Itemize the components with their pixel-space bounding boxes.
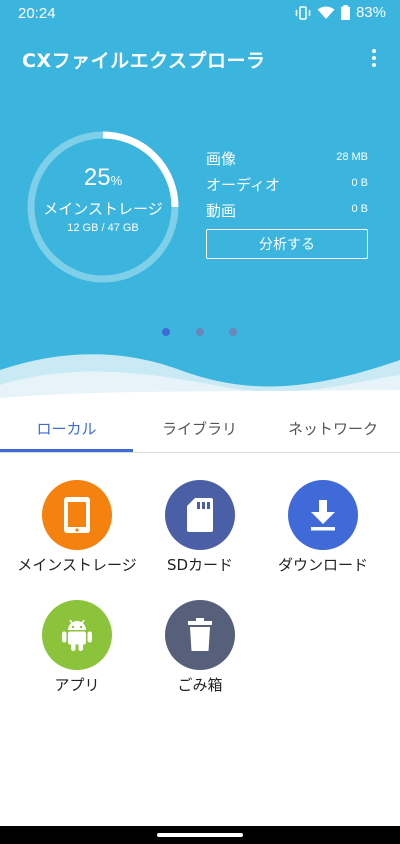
page-dot[interactable] — [229, 328, 237, 336]
tab-network[interactable]: ネットワーク — [266, 405, 400, 452]
storage-stats: 画像 28 MB オーディオ 0 B 動画 0 B — [206, 148, 368, 226]
stat-label: 画像 — [206, 150, 237, 168]
location-label: SDカード — [166, 556, 234, 574]
tab-local[interactable]: ローカル — [0, 405, 133, 452]
wave-decoration — [0, 354, 400, 405]
location-download[interactable]: ダウンロード — [258, 454, 388, 574]
location-trash[interactable]: ごみ箱 — [135, 574, 265, 694]
stat-row-audio: オーディオ 0 B — [206, 174, 368, 200]
tablet-icon — [42, 480, 112, 550]
stat-row-video: 動画 0 B — [206, 200, 368, 226]
storage-usage-ring[interactable]: 25% メインストレージ 12 GB / 47 GB — [26, 130, 180, 284]
app-title: CXファイルエクスプローラ — [22, 50, 266, 72]
battery-icon — [340, 5, 350, 20]
wifi-icon — [317, 6, 335, 20]
storage-size: 12 GB / 47 GB — [67, 222, 139, 234]
android-icon — [42, 600, 112, 670]
trash-icon — [165, 600, 235, 670]
tab-indicator — [0, 449, 133, 452]
location-apps[interactable]: アプリ — [12, 574, 142, 694]
status-icons: 83% — [295, 4, 386, 21]
stat-value: 0 B — [351, 177, 368, 189]
location-label: メインストレージ — [17, 556, 137, 574]
stat-row-images: 画像 28 MB — [206, 148, 368, 174]
tab-bar: ローカル ライブラリ ネットワーク — [0, 405, 400, 453]
location-label: ごみ箱 — [177, 676, 223, 694]
sd-card-icon — [165, 480, 235, 550]
tab-library[interactable]: ライブラリ — [133, 405, 266, 452]
location-label: ダウンロード — [277, 556, 368, 574]
location-label: アプリ — [54, 676, 100, 694]
status-bar: 20:24 83% — [0, 0, 400, 30]
home-gesture-handle[interactable] — [157, 833, 243, 837]
page-dot[interactable] — [196, 328, 204, 336]
navigation-bar — [0, 826, 400, 844]
stat-value: 28 MB — [336, 151, 368, 163]
location-main-storage[interactable]: メインストレージ — [12, 454, 142, 574]
location-grid: メインストレージ SDカード ダウンロード アプリ ごみ箱 — [0, 454, 400, 826]
stat-value: 0 B — [351, 203, 368, 215]
storage-percent: 25% — [83, 164, 123, 191]
status-time: 20:24 — [18, 5, 56, 22]
storage-header: 20:24 83% CXファイルエクスプローラ 25% メインストレージ 12 … — [0, 0, 400, 405]
battery-percent: 83% — [355, 4, 386, 21]
more-options-button[interactable] — [362, 44, 386, 72]
page-dot[interactable] — [162, 328, 170, 336]
page-indicator — [0, 328, 400, 338]
location-sd-card[interactable]: SDカード — [135, 454, 265, 574]
storage-name: メインストレージ — [43, 200, 163, 218]
stat-label: オーディオ — [206, 176, 280, 194]
more-vert-icon — [372, 49, 376, 53]
download-icon — [288, 480, 358, 550]
vibrate-icon — [295, 5, 311, 20]
stat-label: 動画 — [206, 202, 237, 220]
analyze-button[interactable]: 分析する — [206, 229, 368, 259]
